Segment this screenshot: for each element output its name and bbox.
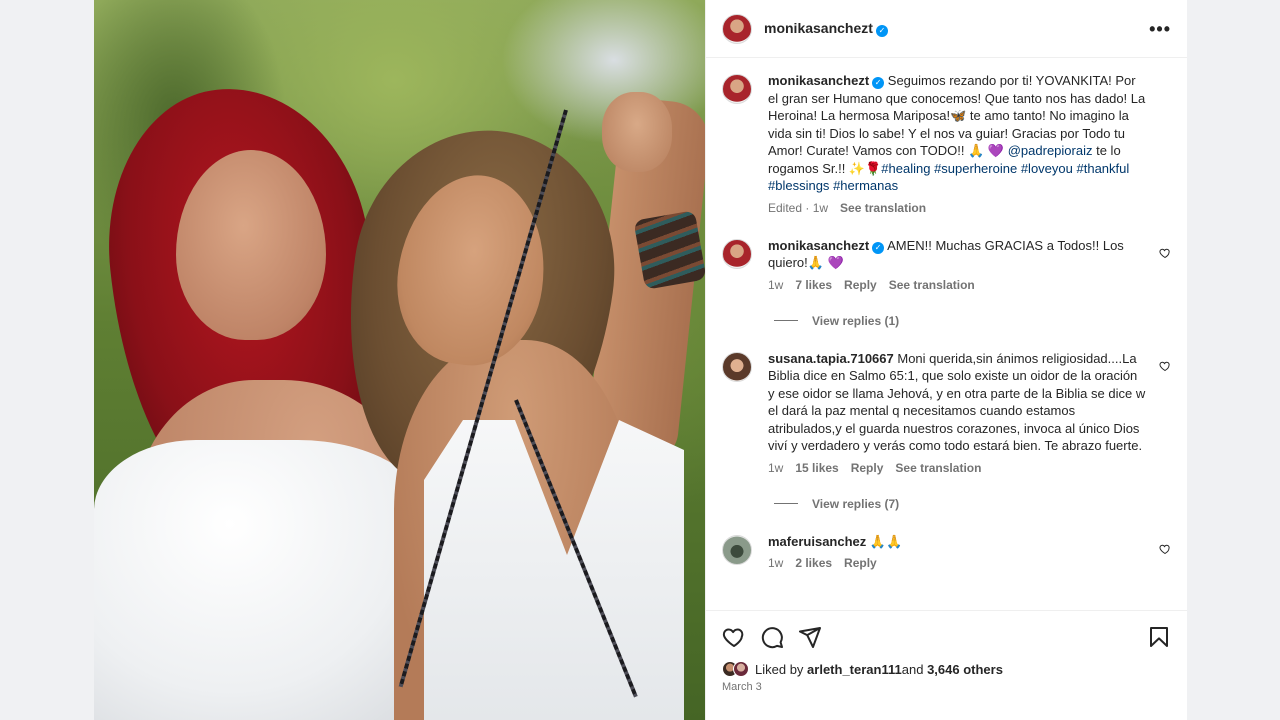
liked-prefix: Liked by — [755, 661, 804, 677]
comment-text: susana.tapia.710667 Moni querida,sin áni… — [768, 350, 1147, 455]
caption-text: monikasanchezt ✓ Seguimos rezando por ti!… — [768, 72, 1147, 195]
comment-meta: 1w 2 likes Reply — [768, 556, 1147, 570]
heart-icon[interactable] — [1159, 543, 1171, 555]
hashtag-link[interactable]: #thankful — [1077, 161, 1130, 176]
comment: maferuisanchez 🙏🙏 1w 2 likes Reply — [722, 533, 1171, 571]
commenter-avatar[interactable] — [722, 238, 752, 269]
commenter-username[interactable]: susana.tapia.710667 — [768, 351, 894, 366]
comment-meta: 1w 7 likes Reply See translation — [768, 278, 1147, 292]
share-icon[interactable] — [798, 625, 822, 649]
comment-icon[interactable] — [760, 625, 784, 649]
caption-meta: Edited · 1w See translation — [768, 201, 1147, 215]
heart-icon[interactable] — [1159, 360, 1171, 372]
caption: monikasanchezt ✓ Seguimos rezando por ti!… — [722, 72, 1171, 215]
photo-shape — [94, 440, 434, 720]
commenter-avatar[interactable] — [722, 351, 752, 382]
commenter-username[interactable]: monikasanchezt — [768, 238, 869, 253]
caption-username[interactable]: monikasanchezt — [768, 73, 869, 88]
photo-shape — [602, 92, 672, 172]
reply-button[interactable]: Reply — [851, 461, 884, 475]
comment-content: 🙏🙏 — [869, 533, 903, 549]
comment: susana.tapia.710667 Moni querida,sin áni… — [722, 350, 1171, 475]
hashtag-link[interactable]: #blessings — [768, 178, 829, 193]
commenter-username[interactable]: maferuisanchez — [768, 534, 866, 549]
comment-time[interactable]: 1w — [768, 461, 783, 475]
reply-button[interactable]: Reply — [844, 556, 877, 570]
caption-body: monikasanchezt ✓ Seguimos rezando por ti!… — [768, 72, 1171, 215]
more-options-icon[interactable]: ••• — [1149, 20, 1171, 38]
author-username[interactable]: monikasanchezt — [764, 20, 873, 36]
author-avatar[interactable] — [722, 74, 752, 104]
comment-likes[interactable]: 7 likes — [795, 278, 832, 292]
post-header: monikasanchezt ✓ ••• — [706, 0, 1187, 58]
action-bar — [722, 621, 1171, 653]
post-actions: Liked by arleth_teran111 and 3,646 other… — [706, 610, 1187, 720]
view-replies-label: View replies (7) — [812, 496, 900, 511]
view-replies-label: View replies (1) — [812, 313, 900, 328]
author-avatar[interactable] — [722, 13, 752, 44]
comment-meta: 1w 15 likes Reply See translation — [768, 461, 1147, 475]
comment: monikasanchezt ✓ AMEN!! Muchas GRACIAS a … — [722, 237, 1171, 292]
comment-body: susana.tapia.710667 Moni querida,sin áni… — [768, 350, 1171, 475]
post-modal: monikasanchezt ✓ ••• monikasanchezt ✓ Segu… — [94, 0, 1187, 720]
comment-time[interactable]: 1w — [768, 278, 783, 292]
author-name-block: monikasanchezt ✓ — [764, 20, 1149, 38]
verified-badge-icon: ✓ — [872, 241, 885, 254]
liked-by-avatars — [722, 661, 749, 677]
divider — [774, 320, 798, 321]
post-date[interactable]: March 3 — [722, 681, 1171, 693]
divider — [774, 503, 798, 504]
see-translation-link[interactable]: See translation — [889, 278, 975, 292]
comment-body: maferuisanchez 🙏🙏 1w 2 likes Reply — [768, 533, 1171, 571]
post-side-panel: monikasanchezt ✓ ••• monikasanchezt ✓ Segu… — [705, 0, 1187, 720]
comment-body: monikasanchezt ✓ AMEN!! Muchas GRACIAS a … — [768, 237, 1171, 292]
comment-text: monikasanchezt ✓ AMEN!! Muchas GRACIAS a … — [768, 237, 1147, 272]
liked-by[interactable]: Liked by arleth_teran111 and 3,646 other… — [722, 661, 1171, 677]
hashtag-link[interactable]: #loveyou — [1021, 161, 1073, 176]
liked-user[interactable]: arleth_teran111 — [807, 662, 902, 677]
view-replies-button[interactable]: View replies (1) — [774, 314, 1171, 328]
view-replies-button[interactable]: View replies (7) — [774, 497, 1171, 511]
hashtag-link[interactable]: #superheroine — [934, 161, 1017, 176]
commenter-avatar[interactable] — [722, 534, 752, 565]
comment-text: maferuisanchez 🙏🙏 — [768, 533, 1147, 551]
mention-link[interactable]: @padrepioraiz — [1008, 143, 1093, 158]
photo-shape — [633, 210, 705, 290]
comment-likes[interactable]: 2 likes — [795, 556, 832, 570]
see-translation-link[interactable]: See translation — [840, 201, 926, 215]
comment-likes[interactable]: 15 likes — [795, 461, 838, 475]
verified-badge-icon: ✓ — [872, 77, 885, 89]
heart-icon[interactable] — [722, 625, 746, 649]
hashtag-link[interactable]: #hermanas — [833, 178, 898, 193]
see-translation-link[interactable]: See translation — [895, 461, 981, 475]
heart-icon[interactable] — [1159, 247, 1171, 259]
reply-button[interactable]: Reply — [844, 278, 877, 292]
edited-label: Edited · 1w — [768, 200, 829, 215]
post-photo[interactable] — [94, 0, 705, 720]
comment-time[interactable]: 1w — [768, 556, 783, 570]
hashtag-link[interactable]: #healing — [881, 161, 930, 176]
bookmark-icon[interactable] — [1147, 625, 1171, 649]
comments-list[interactable]: monikasanchezt ✓ Seguimos rezando por ti!… — [706, 58, 1187, 610]
verified-badge-icon: ✓ — [875, 24, 888, 37]
liked-and: and — [901, 661, 924, 677]
liked-others[interactable]: 3,646 others — [927, 662, 1003, 677]
